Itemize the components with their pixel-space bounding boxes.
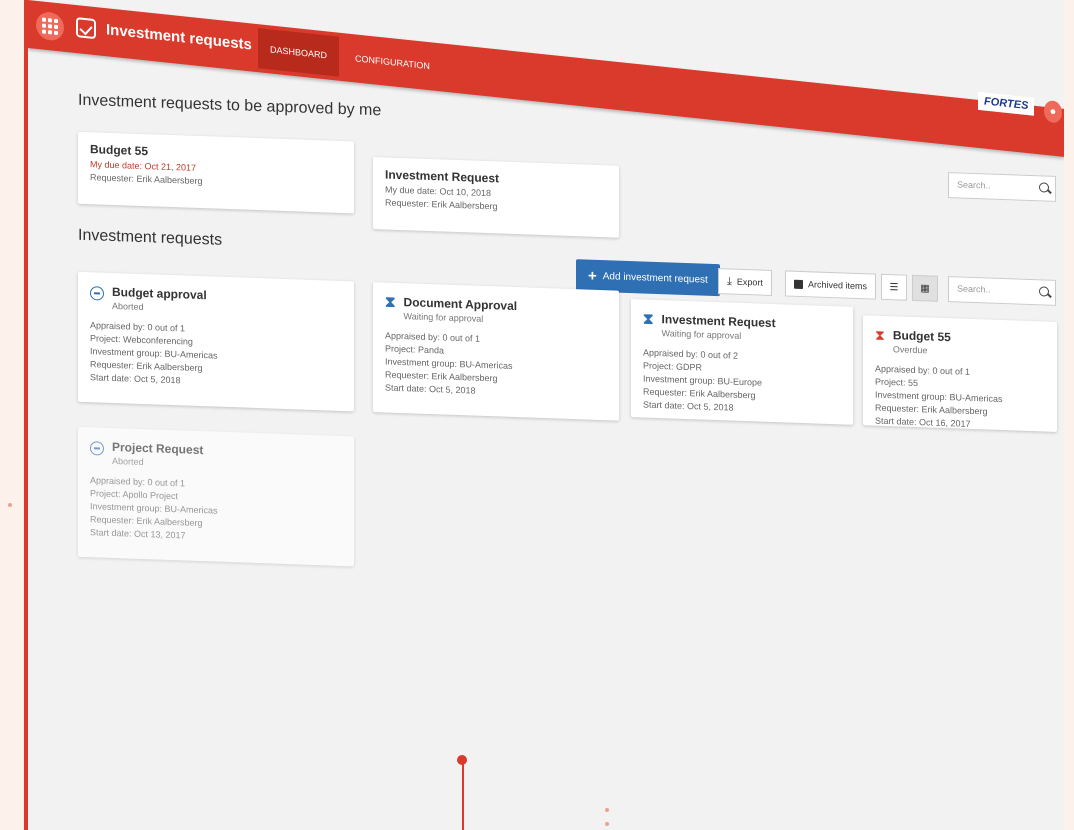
request-card-status: Overdue — [892, 344, 928, 356]
plus-icon: + — [588, 267, 597, 285]
aborted-icon — [90, 441, 104, 456]
request-card-status: Aborted — [112, 455, 144, 468]
decorative-pin-line — [462, 762, 464, 830]
app-window: Investment requests DASHBOARD CONFIGURAT… — [24, 0, 1064, 830]
add-request-label: Add investment request — [602, 270, 708, 286]
export-label: Export — [736, 276, 763, 288]
request-card-title: Project Request — [112, 439, 204, 458]
approvals-search-input[interactable]: Search.. — [948, 172, 1056, 202]
grid-view-icon: ▦ — [920, 282, 930, 294]
request-card-title: Investment Request — [661, 312, 776, 331]
hourglass-overdue-icon: ⧗ — [875, 326, 885, 343]
request-card[interactable]: ⧗ Investment Request Waiting for approva… — [631, 299, 853, 425]
request-card[interactable]: Budget approval Aborted Appraised by: 0 … — [78, 271, 354, 412]
request-card-status: Aborted — [112, 300, 144, 313]
request-card[interactable]: Project Request Aborted Appraised by: 0 … — [78, 426, 354, 567]
hourglass-icon: ⧗ — [385, 293, 396, 311]
request-card-start-date: Start date: Oct 16, 2017 — [875, 415, 971, 429]
approval-card[interactable]: Investment Request My due date: Oct 10, … — [373, 157, 619, 238]
request-card-status: Waiting for approval — [403, 311, 484, 324]
search-placeholder: Search.. — [957, 179, 991, 191]
archived-label: Archived items — [808, 279, 868, 292]
main-content: Investment requests to be approved by me… — [28, 0, 1064, 830]
decorative-dot — [605, 822, 609, 826]
aborted-icon — [90, 286, 104, 301]
requests-search-input[interactable]: Search.. — [948, 276, 1056, 306]
request-card-title: Document Approval — [403, 295, 518, 314]
archived-items-button[interactable]: Archived items — [785, 270, 877, 300]
request-card-status: Waiting for approval — [661, 328, 742, 341]
search-icon — [1039, 286, 1049, 297]
request-card[interactable]: ⧗ Document Approval Waiting for approval… — [373, 282, 619, 421]
search-placeholder: Search.. — [957, 283, 991, 295]
decorative-pin-head — [457, 755, 467, 765]
grid-view-button[interactable]: ▦ — [912, 274, 938, 302]
export-button[interactable]: ⤓ Export — [718, 268, 772, 296]
hourglass-icon: ⧗ — [643, 310, 654, 328]
archive-icon — [794, 279, 803, 289]
requests-heading: Investment requests — [78, 226, 223, 249]
search-icon — [1039, 182, 1049, 193]
download-icon: ⤓ — [727, 274, 732, 288]
decorative-dot — [605, 808, 609, 812]
approval-card[interactable]: Budget 55 My due date: Oct 21, 2017 Requ… — [78, 131, 354, 214]
approvals-heading: Investment requests to be approved by me — [78, 91, 382, 120]
request-card-title: Budget 55 — [892, 328, 951, 345]
decorative-dot — [8, 503, 12, 507]
list-view-button[interactable]: ☰ — [881, 273, 907, 301]
list-icon: ☰ — [889, 281, 899, 293]
request-card[interactable]: ⧗ Budget 55 Overdue Appraised by: 0 out … — [863, 315, 1057, 432]
request-card-title: Budget approval — [112, 284, 207, 303]
